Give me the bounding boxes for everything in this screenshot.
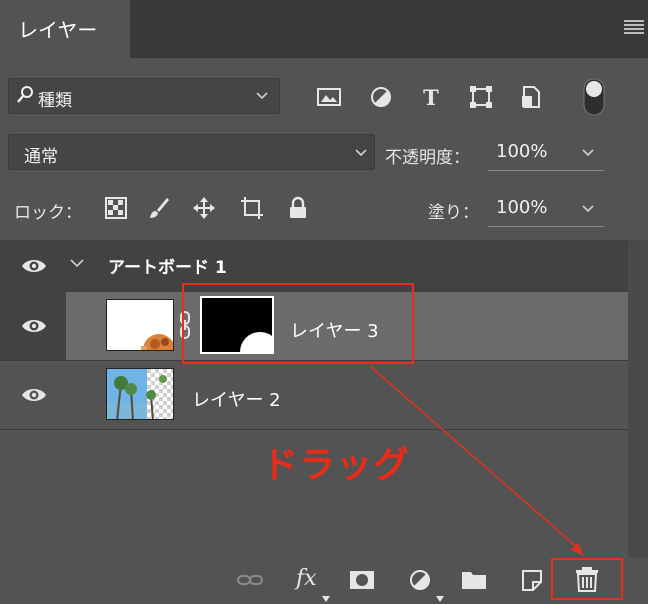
adjustment-filter-icon[interactable] [368, 84, 394, 110]
trash-highlight-box [551, 558, 623, 600]
layer-thumbnail-image [107, 369, 173, 419]
lock-label: ロック： [14, 203, 82, 223]
new-group-icon[interactable] [460, 567, 488, 593]
layer-name-layer-2: レイヤー 2 [192, 390, 281, 411]
image-filter-icon[interactable] [316, 84, 342, 110]
opacity-label: 不透明度： [385, 148, 470, 168]
drag-annotation-label: ドラッグ [262, 445, 411, 486]
lock-image-pixels-icon[interactable] [146, 196, 170, 220]
new-layer-icon[interactable] [518, 567, 546, 593]
filter-kind-label: 種類 [38, 91, 72, 111]
search-icon [17, 86, 33, 103]
tab-layers-label: レイヤー [18, 18, 98, 42]
fill-underline [488, 226, 604, 227]
row-divider [0, 429, 628, 430]
lock-all-icon[interactable] [286, 196, 310, 220]
visibility-eye-icon[interactable] [21, 317, 47, 335]
smart-object-filter-icon[interactable] [518, 84, 544, 110]
filter-toggle-icon[interactable] [583, 78, 605, 116]
new-adjustment-icon[interactable] [406, 567, 434, 593]
chevron-down-icon[interactable] [70, 258, 84, 268]
opacity-underline [488, 170, 604, 171]
panel-menu-icon[interactable] [624, 20, 644, 34]
link-layers-icon[interactable] [236, 567, 264, 593]
blend-mode-value: 通常 [24, 147, 58, 167]
scrollbar-track[interactable] [628, 240, 648, 558]
fill-value: 100% [496, 197, 548, 218]
svg-text:T: T [423, 85, 439, 110]
chevron-down-icon[interactable] [582, 148, 594, 158]
adjustment-menu-triangle-icon [436, 596, 444, 602]
fill-label: 塗り： [428, 203, 479, 223]
chevron-down-icon [256, 92, 268, 100]
blend-mode-select[interactable] [8, 134, 375, 170]
mask-highlight-box [182, 283, 414, 364]
opacity-value: 100% [496, 141, 548, 162]
layer-row-layer-2[interactable] [0, 361, 628, 429]
shape-filter-icon[interactable] [468, 84, 494, 110]
add-mask-icon[interactable] [348, 567, 376, 593]
layer-thumbnail[interactable] [106, 368, 174, 420]
chevron-down-icon[interactable] [582, 204, 594, 214]
fx-icon[interactable]: fx [296, 566, 317, 591]
chevron-down-icon [355, 149, 367, 157]
layer-thumbnail-image [107, 300, 173, 350]
layer-name-artboard: アートボード 1 [108, 258, 227, 278]
lock-transparent-pixels-icon[interactable] [104, 196, 128, 220]
type-filter-icon[interactable]: T [418, 84, 444, 110]
lock-artboard-icon[interactable] [240, 196, 264, 220]
visibility-eye-icon[interactable] [21, 386, 47, 404]
lock-position-icon[interactable] [192, 196, 216, 220]
layer-thumbnail[interactable] [106, 299, 174, 351]
fx-menu-triangle-icon [322, 596, 330, 602]
visibility-eye-icon[interactable] [21, 257, 47, 275]
